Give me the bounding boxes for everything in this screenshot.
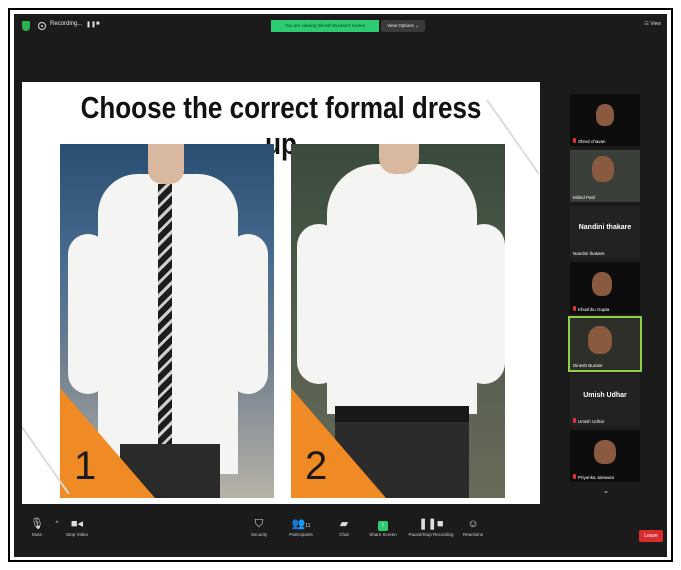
share-screen-button[interactable]: ↑ Share Screen: [366, 516, 400, 537]
reactions-icon: ☺: [467, 518, 479, 530]
option-1-number[interactable]: 1: [74, 444, 96, 489]
participant-name: Shruti chavan: [573, 138, 606, 144]
view-button[interactable]: ☷ View: [644, 21, 661, 27]
option-2-photo: 2: [291, 144, 505, 498]
pause-recording-label: Pause/Stop Recording: [408, 532, 454, 537]
muted-mic-icon: [573, 138, 576, 143]
participant-name: Nandini thakare: [573, 251, 605, 256]
reactions-button[interactable]: ☺ Reactions: [458, 516, 488, 537]
participant-display-name: Nandini thakare: [578, 224, 632, 231]
pause-recording-button[interactable]: ❚❚: [86, 21, 96, 28]
participant-tile[interactable]: Shruti chavan: [570, 94, 640, 146]
stop-video-button[interactable]: ■◂ Stop Video: [62, 516, 92, 537]
microphone-icon: 🎙: [30, 518, 44, 530]
stop-video-label: Stop Video: [66, 532, 88, 537]
option-2-number[interactable]: 2: [305, 444, 327, 489]
shared-slide: Choose the correct formal dress up 1 2: [22, 82, 540, 504]
participant-name: Dinesh Burase: [573, 363, 603, 368]
top-bar: Recording... ❚❚ ■ You are viewing Dinesh…: [14, 14, 667, 40]
participant-tile[interactable]: Nandini thakare Nandini thakare: [570, 206, 640, 258]
participant-name: Khushbu Gupta: [573, 306, 609, 312]
leave-button[interactable]: Leave: [639, 530, 663, 542]
stop-recording-button[interactable]: ■: [96, 21, 100, 27]
video-camera-icon: ■◂: [70, 518, 84, 530]
view-options-button[interactable]: View Options ⌄: [381, 20, 425, 32]
muted-mic-icon: [573, 474, 576, 479]
security-label: Security: [250, 532, 268, 537]
chat-icon: ▰: [339, 518, 349, 530]
muted-mic-icon: [573, 306, 576, 311]
mute-button[interactable]: 🎙 Mute: [26, 516, 48, 537]
participant-name: Umish Udhar: [573, 418, 604, 424]
recording-label: Recording...: [50, 21, 83, 27]
participants-count: 11: [305, 523, 311, 529]
meeting-toolbar: 🎙 Mute ^ ■◂ Stop Video ⛉ Security 👥11 Pa…: [14, 508, 667, 557]
chevron-down-icon[interactable]: ⌄: [596, 486, 616, 496]
share-screen-label: Share Screen: [369, 532, 397, 537]
participant-tile[interactable]: Khushbu Gupta: [570, 262, 640, 314]
participants-button[interactable]: 👥11 Participants: [284, 516, 318, 537]
option-1-photo: 1: [60, 144, 274, 498]
shield-icon: ⛉: [254, 518, 264, 530]
chat-button[interactable]: ▰ Chat: [332, 516, 356, 537]
reactions-label: Reactions: [462, 532, 483, 537]
audio-options-caret[interactable]: ^: [52, 516, 62, 532]
screen-share-banner: You are viewing Dinesh Burase's screen: [271, 20, 379, 32]
participants-icon: 👥11: [291, 518, 311, 530]
active-speaker-tile[interactable]: Dinesh Burase: [568, 316, 642, 372]
participant-tile[interactable]: Milind Patil: [570, 150, 640, 202]
mute-label: Mute: [31, 532, 42, 537]
participant-tile[interactable]: Umish Udhar Umish Udhar: [570, 374, 640, 426]
participant-name: Milind Patil: [573, 195, 595, 200]
shield-icon[interactable]: [22, 21, 30, 31]
pause-stop-recording-button[interactable]: ❚❚■ Pause/Stop Recording: [406, 516, 456, 537]
muted-mic-icon: [573, 418, 576, 423]
chat-label: Chat: [339, 532, 349, 537]
zoom-meeting-window: Recording... ❚❚ ■ You are viewing Dinesh…: [14, 14, 667, 557]
pause-stop-icon: ❚❚■: [418, 518, 444, 530]
participant-name: Priyanka Jaiswani: [573, 474, 614, 480]
security-button[interactable]: ⛉ Security: [244, 516, 274, 537]
recording-icon: [38, 22, 46, 30]
participant-display-name: Umish Udhar: [583, 392, 627, 399]
share-screen-icon: ↑: [378, 521, 388, 531]
participants-label: Participants: [289, 532, 313, 537]
participant-tile[interactable]: Priyanka Jaiswani: [570, 430, 640, 482]
